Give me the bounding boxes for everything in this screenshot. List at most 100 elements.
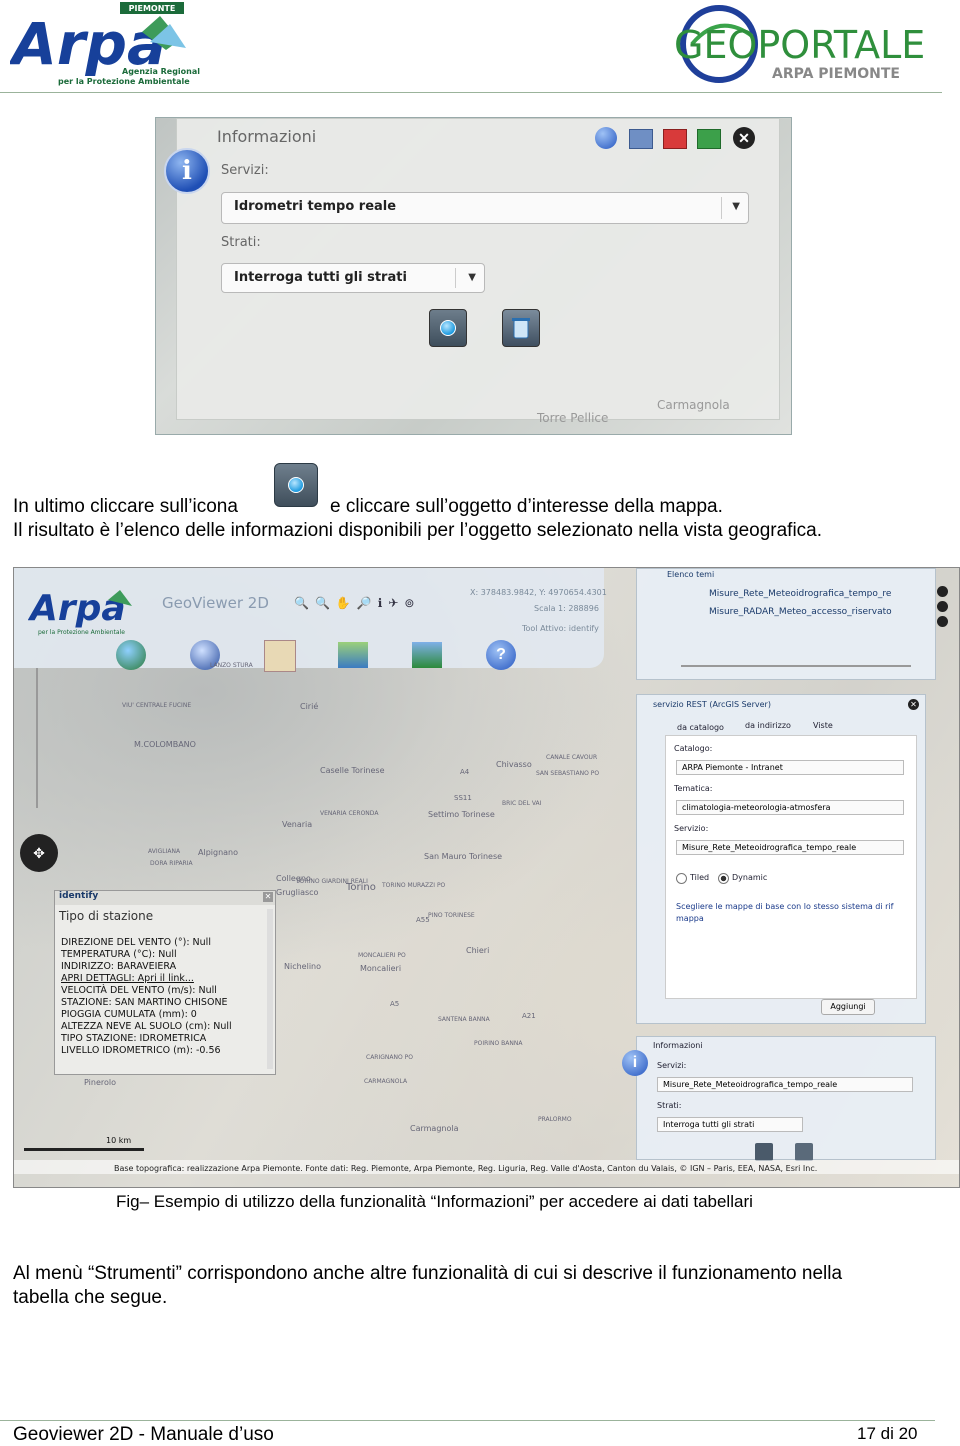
help-icon[interactable]: ?	[486, 640, 516, 670]
svg-text:Arpa: Arpa	[28, 588, 126, 629]
scegliere-note: Scegliere le mappe di base con lo stesso…	[676, 902, 894, 911]
tab-da-indirizzo[interactable]: da indirizzo	[745, 721, 791, 730]
info-icon[interactable]	[595, 127, 617, 149]
close-icon[interactable]: ✕	[263, 892, 273, 902]
map-label: Torre Pellice	[537, 411, 609, 425]
road-label: A5	[390, 1000, 400, 1008]
place-label: Caselle Torinese	[320, 766, 385, 775]
horizontal-scrollbar[interactable]	[681, 665, 911, 667]
close-icon[interactable]: ✕	[908, 699, 919, 710]
catalogo-select[interactable]: ARPA Piemonte - Intranet	[676, 760, 904, 775]
aggiungi-button[interactable]: Aggiungi	[821, 999, 875, 1015]
tab-da-catalogo[interactable]: da catalogo	[677, 723, 724, 732]
place-label: TORINO MURAZZI PO	[382, 882, 446, 889]
clear-button[interactable]	[502, 309, 540, 347]
identify-row: PIOGGIA CUMULATA (mm): 0	[61, 1009, 197, 1020]
zoom-to-icon[interactable]	[697, 129, 721, 149]
identify-title: identify	[55, 891, 275, 905]
app-title: GeoViewer 2D	[162, 594, 269, 612]
arpa-tagline-1: Agenzia Regionale	[122, 67, 200, 76]
map-marker-icon[interactable]	[264, 640, 296, 672]
place-label: Carmagnola	[410, 1124, 459, 1133]
layer-item[interactable]: Misure_RADAR_Meteo_accesso_riservato	[709, 607, 892, 617]
strati-select[interactable]: Interroga tutti gli strati ▼	[221, 263, 485, 293]
geoportale-logo: GEOPORTALE ARPA PIEMONTE	[672, 2, 934, 88]
info-servizi-label: Servizi:	[657, 1061, 687, 1070]
arpa-logo-small: Arpa per la Protezione Ambientale	[28, 588, 132, 636]
place-label: PRALORMO	[538, 1116, 572, 1123]
body-text-line-2: tabella che segue.	[13, 1287, 168, 1308]
geoportale-text: GEOPORTALE	[674, 23, 925, 67]
tematica-label: Tematica:	[674, 784, 713, 793]
export-icon[interactable]	[663, 129, 687, 149]
servizio-select[interactable]: Misure_Rete_Meteoidrografica_tempo_reale	[676, 840, 904, 855]
info-icon[interactable]: i	[164, 148, 210, 194]
svg-text:per la Protezione Ambientale: per la Protezione Ambientale	[38, 629, 125, 636]
page-number: 17 di 20	[857, 1424, 918, 1443]
mappa-note: mappa	[676, 914, 704, 923]
identify-link[interactable]: APRI DETTAGLI: Apri il link...	[61, 973, 194, 985]
rest-title: servizio REST (ArcGIS Server)	[653, 700, 771, 709]
footer-title: Geoviewer 2D - Manuale d’uso	[13, 1424, 274, 1445]
identify-row: ALTEZZA NEVE AL SUOLO (cm): Null	[61, 1021, 232, 1032]
tiled-radio[interactable]	[676, 873, 687, 884]
info-strati-select[interactable]: Interroga tutti gli strati	[657, 1117, 803, 1132]
identify-point-button[interactable]	[755, 1143, 773, 1161]
geoportale-sub: ARPA PIEMONTE	[772, 66, 900, 82]
identify-point-icon	[274, 463, 318, 507]
scrollbar[interactable]	[267, 909, 273, 1069]
identify-subtitle: Tipo di stazione	[59, 909, 154, 923]
identify-point-button[interactable]	[429, 309, 467, 347]
place-label: Nichelino	[284, 962, 322, 971]
road-label: A55	[416, 916, 430, 924]
scale-bar-label: 10 km	[106, 1136, 132, 1145]
place-label: PINO TORINESE	[428, 912, 475, 919]
servizi-select[interactable]: Idrometri tempo reale ▼	[221, 192, 749, 224]
strati-label: Strati:	[221, 235, 261, 250]
geoviewer-screenshot: Arpa per la Protezione Ambientale GeoVie…	[13, 567, 960, 1188]
panel-title: Informazioni	[217, 127, 317, 146]
chevron-down-icon: ▼	[732, 201, 740, 212]
figure-caption: Fig– Esempio di utilizzo della funzional…	[116, 1192, 753, 1211]
pan-control-icon[interactable]: ✥	[20, 834, 58, 872]
body-text-line-1: Al menù “Strumenti” corrispondono anche …	[13, 1263, 843, 1284]
active-tool: Tool Attivo: identify	[522, 624, 599, 633]
identify-popup: identify ✕ Tipo di stazione DIREZIONE DE…	[54, 890, 276, 1075]
place-label: MONCALIERI PO	[358, 952, 406, 959]
instruction-text-b: e cliccare sull’oggetto d’interesse dell…	[330, 496, 723, 517]
header-divider	[0, 92, 942, 93]
layers-icon[interactable]	[338, 642, 368, 668]
place-label: SAN SEBASTIANO PO	[536, 770, 600, 777]
footer-divider	[0, 1420, 935, 1421]
trash-icon[interactable]	[795, 1143, 813, 1161]
tab-viste[interactable]: Viste	[813, 721, 833, 730]
add-layer-icon[interactable]	[412, 642, 442, 668]
identify-row: TEMPERATURA (°C): Null	[61, 949, 177, 960]
place-label: AVIGLIANA	[148, 848, 181, 855]
identify-row: VELOCITÀ DEL VENTO (m/s): Null	[61, 985, 217, 996]
servizi-value: Idrometri tempo reale	[234, 199, 397, 214]
info-panel-title: Informazioni	[653, 1041, 703, 1050]
place-label: Pinerolo	[84, 1078, 116, 1087]
tematica-select[interactable]: climatologia-meteorologia-atmosfera	[676, 800, 904, 815]
place-label: TORINO GIARDINI REALI	[296, 878, 368, 885]
zoom-slider[interactable]	[36, 668, 38, 808]
place-label: San Mauro Torinese	[424, 852, 503, 861]
road-label: A4	[460, 768, 470, 776]
dynamic-label: Dynamic	[732, 873, 768, 882]
place-label: VIU' CENTRALE FUCINE	[122, 702, 192, 709]
close-icon[interactable]: ✕	[733, 127, 755, 149]
layer-item[interactable]: Misure_Rete_Meteoidrografica_tempo_re	[709, 589, 891, 599]
catalogo-label: Catalogo:	[674, 744, 713, 753]
place-label: Settimo Torinese	[428, 810, 495, 819]
info-servizi-select[interactable]: Misure_Rete_Meteoidrografica_tempo_reale	[657, 1077, 913, 1092]
place-label: Chivasso	[496, 760, 532, 769]
place-label: Grugliasco	[276, 888, 319, 897]
map-controls[interactable]	[937, 586, 951, 636]
info-strati-label: Strati:	[657, 1101, 682, 1110]
globe-icon[interactable]	[116, 640, 146, 670]
map-tools-toolbar[interactable]: 🔍🔍✋🔎ℹ✈⊚	[294, 596, 420, 610]
info-icon[interactable]: i	[622, 1050, 648, 1076]
table-icon[interactable]	[629, 129, 653, 149]
dynamic-radio[interactable]	[718, 873, 729, 884]
